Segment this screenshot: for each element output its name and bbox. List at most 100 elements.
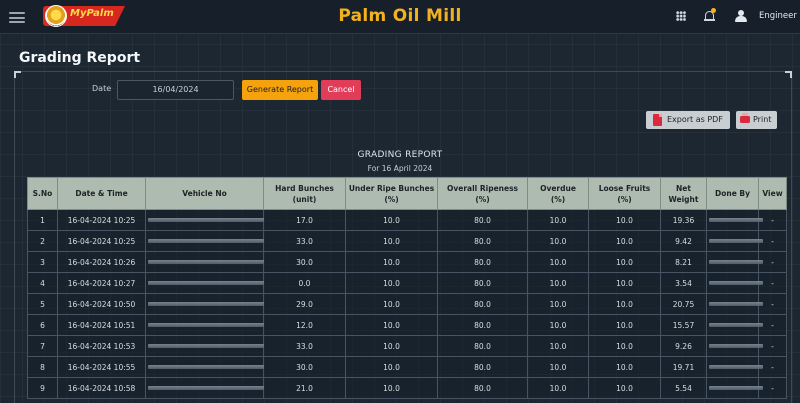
export-pdf-button[interactable]: Export as PDF	[646, 111, 730, 129]
cell-hard: 12.0	[263, 314, 346, 336]
cell-loose: 10.0	[588, 251, 661, 273]
cell-ripeness: 80.0	[437, 377, 528, 399]
cell-vehicle-redacted	[145, 335, 264, 357]
cell-done-by-redacted	[706, 377, 763, 399]
redacted-text-bar	[709, 218, 763, 222]
redacted-text-bar	[148, 323, 264, 327]
column-header: View	[758, 177, 787, 210]
redacted-text-bar	[148, 239, 264, 243]
column-header-text: (%)	[617, 194, 632, 204]
redacted-text-bar	[709, 344, 763, 348]
column-header: Date & Time	[57, 177, 146, 210]
cell-underripe: 10.0	[345, 209, 438, 231]
column-header-text: Loose Fruits	[598, 183, 651, 193]
table-row[interactable]: 6 16-04-2024 10:51 12.0 10.0 80.0 10.0 10.0 15.…	[27, 314, 787, 336]
date-input[interactable]: 16/04/2024	[117, 80, 234, 100]
column-header-text: (%)	[384, 194, 399, 204]
cell-weight: 5.54	[660, 377, 707, 399]
cell-ripeness: 80.0	[437, 251, 528, 273]
table-row[interactable]: 5 16-04-2024 10:50 29.0 10.0 80.0 10.0 10.0 20.…	[27, 293, 787, 315]
user-icon[interactable]	[735, 10, 747, 22]
redacted-text-bar	[148, 365, 264, 369]
column-header-text: (unit)	[292, 194, 317, 204]
cell-datetime: 16-04-2024 10:27	[57, 272, 146, 294]
cell-hard: 30.0	[263, 356, 346, 378]
cell-weight: 19.36	[660, 209, 707, 231]
column-header: Hard Bunches (unit)	[263, 177, 346, 210]
cell-sno: 9	[27, 377, 58, 399]
redacted-text-bar	[709, 260, 763, 264]
table-row[interactable]: 1 16-04-2024 10:25 17.0 10.0 80.0 10.0 10.0 19.…	[27, 209, 787, 231]
redacted-text-bar	[709, 302, 763, 306]
cell-done-by-redacted	[706, 293, 763, 315]
cell-overdue: 10.0	[527, 272, 589, 294]
cell-hard: 21.0	[263, 377, 346, 399]
cell-datetime: 16-04-2024 10:55	[57, 356, 146, 378]
cell-overdue: 10.0	[527, 335, 589, 357]
cell-hard: 0.0	[263, 272, 346, 294]
cell-loose: 10.0	[588, 314, 661, 336]
column-header-text: Net	[676, 183, 691, 193]
redacted-text-bar	[709, 365, 763, 369]
cell-hard: 17.0	[263, 209, 346, 231]
cell-overdue: 10.0	[527, 251, 589, 273]
cell-vehicle-redacted	[145, 230, 264, 252]
column-header: Vehicle No	[145, 177, 264, 210]
column-header-text: Under Ripe Bunches	[348, 183, 435, 193]
redacted-text-bar	[709, 281, 763, 285]
cell-vehicle-redacted	[145, 209, 264, 231]
cell-loose: 10.0	[588, 293, 661, 315]
cell-weight: 19.71	[660, 356, 707, 378]
cell-weight: 8.21	[660, 251, 707, 273]
cell-underripe: 10.0	[345, 230, 438, 252]
cell-vehicle-redacted	[145, 314, 264, 336]
grading-report-table: S.No Date & Time Vehicle No Hard Bunches…	[27, 177, 787, 399]
cell-underripe: 10.0	[345, 293, 438, 315]
redacted-text-bar	[148, 386, 264, 390]
print-button[interactable]: Print	[736, 111, 777, 129]
table-row[interactable]: 3 16-04-2024 10:26 30.0 10.0 80.0 10.0 10.0 8.2…	[27, 251, 787, 273]
generate-report-button[interactable]: Generate Report	[242, 80, 318, 100]
cell-done-by-redacted	[706, 356, 763, 378]
cell-underripe: 10.0	[345, 314, 438, 336]
redacted-text-bar	[148, 260, 264, 264]
cell-done-by-redacted	[706, 314, 763, 336]
table-row[interactable]: 9 16-04-2024 10:58 21.0 10.0 80.0 10.0 10.0 5.5…	[27, 377, 787, 399]
cell-datetime: 16-04-2024 10:53	[57, 335, 146, 357]
redacted-text-bar	[709, 323, 763, 327]
cell-ripeness: 80.0	[437, 356, 528, 378]
cell-hard: 30.0	[263, 251, 346, 273]
cell-sno: 1	[27, 209, 58, 231]
cell-sno: 5	[27, 293, 58, 315]
printer-icon	[740, 113, 750, 123]
cell-loose: 10.0	[588, 272, 661, 294]
table-row[interactable]: 2 16-04-2024 10:25 33.0 10.0 80.0 10.0 10.0 9.4…	[27, 230, 787, 252]
cell-datetime: 16-04-2024 10:50	[57, 293, 146, 315]
frame-corner-top-left	[14, 71, 21, 78]
cell-done-by-redacted	[706, 251, 763, 273]
cell-hard: 33.0	[263, 335, 346, 357]
bell-icon[interactable]	[704, 8, 716, 22]
user-name[interactable]: Engineer	[759, 11, 797, 21]
cell-sno: 7	[27, 335, 58, 357]
cell-vehicle-redacted	[145, 356, 264, 378]
column-header: Loose Fruits (%)	[588, 177, 661, 210]
table-row[interactable]: 8 16-04-2024 10:55 30.0 10.0 80.0 10.0 10.0 19.…	[27, 356, 787, 378]
table-row[interactable]: 7 16-04-2024 10:53 33.0 10.0 80.0 10.0 10.0 9.2…	[27, 335, 787, 357]
cell-ripeness: 80.0	[437, 209, 528, 231]
cell-underripe: 10.0	[345, 356, 438, 378]
frame-corner-top-right	[785, 71, 792, 78]
cell-vehicle-redacted	[145, 377, 264, 399]
cell-vehicle-redacted	[145, 251, 264, 273]
cell-overdue: 10.0	[527, 209, 589, 231]
cell-done-by-redacted	[706, 272, 763, 294]
date-label: Date	[92, 84, 112, 93]
table-row[interactable]: 4 16-04-2024 10:27 0.0 10.0 80.0 10.0 10.0 3.54…	[27, 272, 787, 294]
cancel-button[interactable]: Cancel	[321, 80, 361, 100]
column-header: Done By	[706, 177, 759, 210]
cell-vehicle-redacted	[145, 293, 264, 315]
print-label: Print	[753, 115, 772, 124]
cell-overdue: 10.0	[527, 293, 589, 315]
grid-icon[interactable]	[676, 11, 686, 21]
redacted-text-bar	[148, 281, 264, 285]
